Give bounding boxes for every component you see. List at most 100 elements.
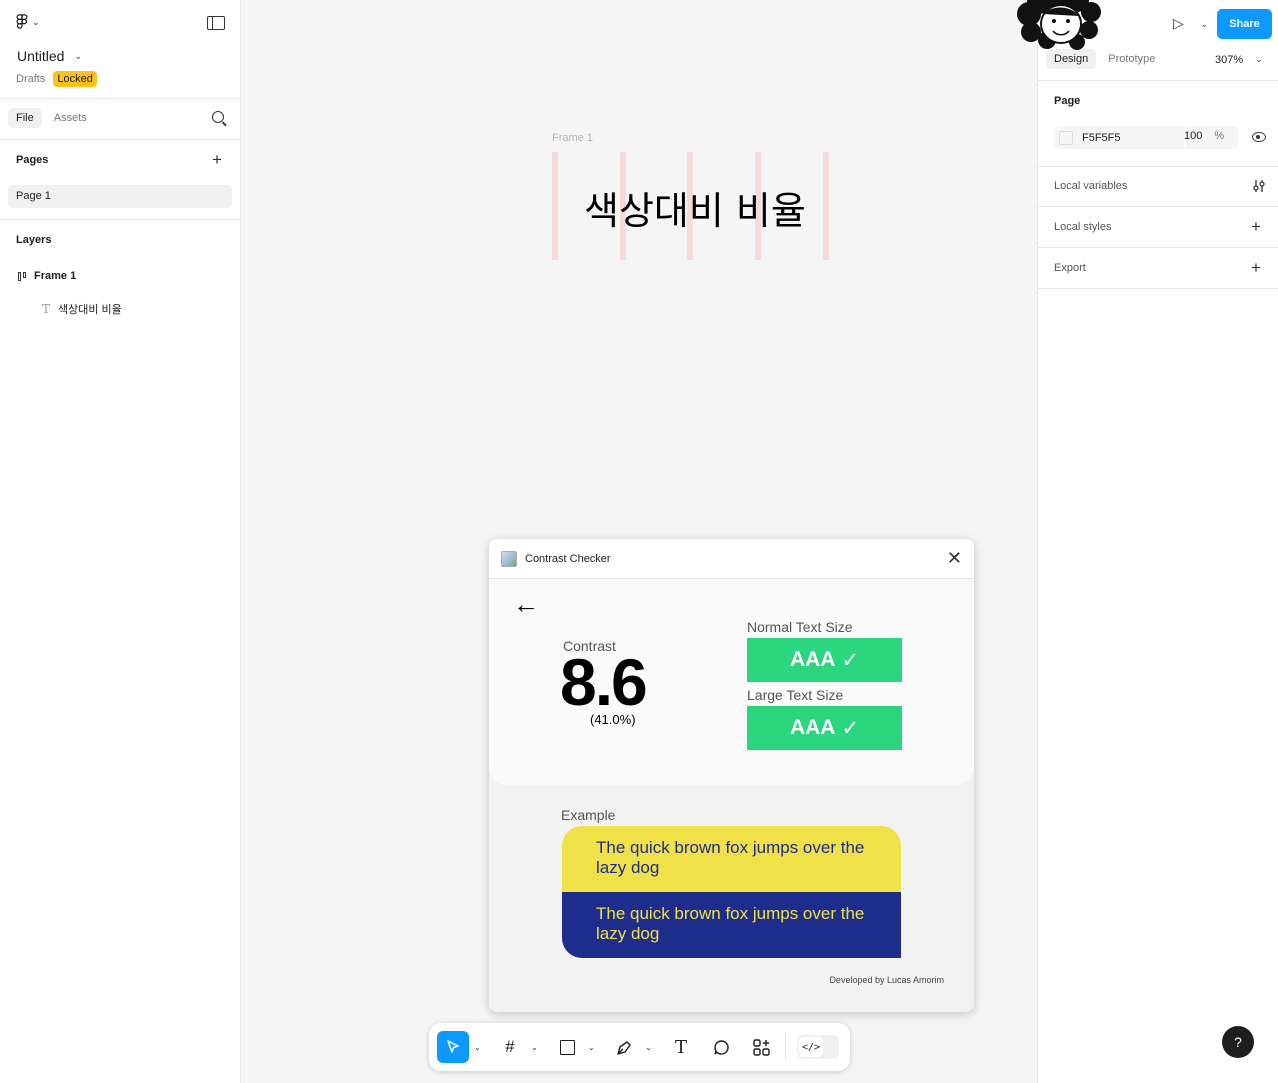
- canvas-text-layer[interactable]: 색상대비 비율: [584, 180, 806, 235]
- comment-tool[interactable]: [710, 1031, 732, 1063]
- layer-label: Frame 1: [34, 270, 77, 282]
- local-variables-label[interactable]: Local variables: [1054, 180, 1127, 192]
- move-icon: [447, 1040, 459, 1053]
- actions-icon: [752, 1038, 770, 1056]
- divider: [0, 139, 240, 140]
- credit-text: Developed by Lucas Amorim: [829, 975, 944, 985]
- example-label: Example: [561, 807, 616, 823]
- chevron-down-icon[interactable]: ⌄: [474, 1043, 481, 1052]
- contrast-result-panel: ← Contrast 8.6 (41.0%) Normal Text Size …: [489, 579, 974, 786]
- divider: [1038, 247, 1278, 248]
- normal-size-result: AAA ✓: [747, 638, 902, 682]
- text-layer-icon: T: [42, 302, 51, 316]
- frame-tool[interactable]: #: [499, 1031, 521, 1063]
- page-opacity-field[interactable]: 100 %: [1184, 130, 1224, 142]
- contrast-percent: (41.0%): [590, 712, 636, 727]
- example-light-on-dark: The quick brown fox jumps over the lazy …: [562, 892, 901, 958]
- layer-label: 색상대비 비율: [58, 304, 122, 316]
- sidebar-toggle-icon[interactable]: [207, 16, 225, 30]
- eye-icon[interactable]: [1252, 132, 1266, 142]
- pen-tool[interactable]: [613, 1031, 635, 1063]
- layout-guide: [552, 152, 558, 260]
- page-item[interactable]: Page 1: [8, 185, 232, 208]
- help-button[interactable]: ?: [1222, 1026, 1254, 1058]
- rectangle-icon: [559, 1039, 575, 1055]
- add-export-icon[interactable]: +: [1251, 259, 1261, 276]
- large-size-result: AAA ✓: [747, 706, 902, 750]
- user-avatar[interactable]: [1017, 0, 1101, 52]
- zoom-level: 307%: [1215, 54, 1244, 66]
- tab-prototype[interactable]: Prototype: [1100, 49, 1163, 69]
- pages-title: Pages: [16, 154, 49, 166]
- file-name-button[interactable]: Untitled ⌄: [17, 48, 82, 64]
- large-size-label: Large Text Size: [747, 687, 844, 703]
- dev-mode-icon: </>: [799, 1037, 823, 1057]
- layout-guide: [823, 152, 829, 260]
- present-play-icon[interactable]: ▷: [1173, 15, 1184, 32]
- tab-file[interactable]: File: [8, 108, 42, 128]
- pen-icon: [616, 1040, 631, 1055]
- main-menu-button[interactable]: ⌄: [16, 14, 40, 30]
- plugin-header[interactable]: Contrast Checker ✕: [489, 539, 974, 579]
- chevron-down-icon: ⌄: [1255, 54, 1263, 64]
- plugin-icon: [501, 550, 517, 567]
- share-button[interactable]: Share: [1217, 9, 1272, 39]
- divider: [1038, 288, 1278, 289]
- comment-icon: [713, 1039, 729, 1055]
- variables-settings-icon[interactable]: [1252, 179, 1266, 193]
- plugin-title: Contrast Checker: [525, 552, 611, 565]
- zoom-dropdown[interactable]: 307% ⌄: [1215, 54, 1263, 66]
- local-styles-label[interactable]: Local styles: [1054, 221, 1111, 233]
- color-swatch[interactable]: [1059, 130, 1073, 145]
- chevron-down-icon[interactable]: ⌄: [588, 1043, 595, 1052]
- left-sidebar: ⌄ Untitled ⌄ Drafts Locked File Assets P…: [0, 0, 241, 1083]
- divider: [1038, 80, 1278, 81]
- opacity-unit: %: [1214, 130, 1225, 142]
- layer-row[interactable]: T 색상대비 비율: [42, 301, 122, 317]
- text-icon: T: [674, 1036, 687, 1058]
- figma-logo-icon: [16, 14, 28, 29]
- file-name: Untitled: [17, 48, 65, 64]
- divider: [1038, 166, 1278, 167]
- example-dark-on-light: The quick brown fox jumps over the lazy …: [562, 826, 901, 892]
- shape-tool[interactable]: [556, 1031, 578, 1063]
- file-location: Drafts Locked: [16, 71, 97, 87]
- divider: [0, 98, 240, 99]
- toolbar-divider: [785, 1033, 786, 1061]
- tab-assets[interactable]: Assets: [46, 108, 95, 128]
- export-label[interactable]: Export: [1054, 262, 1086, 274]
- divider: [0, 219, 240, 220]
- frame-label[interactable]: Frame 1: [552, 132, 593, 144]
- dev-mode-toggle[interactable]: </>: [797, 1035, 839, 1059]
- close-icon[interactable]: ✕: [947, 549, 962, 567]
- chevron-down-icon: ⌄: [32, 16, 40, 27]
- chevron-down-icon[interactable]: ⌄: [1201, 20, 1208, 29]
- page-section-title: Page: [1054, 95, 1081, 107]
- chevron-down-icon[interactable]: ⌄: [645, 1043, 652, 1052]
- contrast-ratio-value: 8.6: [560, 645, 648, 719]
- opacity-value[interactable]: 100: [1184, 130, 1202, 142]
- normal-result-text: AAA: [789, 648, 836, 671]
- move-tool[interactable]: [437, 1031, 469, 1063]
- chevron-down-icon: ⌄: [74, 50, 83, 61]
- search-icon[interactable]: [212, 111, 224, 123]
- layer-row[interactable]: Frame 1: [18, 270, 76, 282]
- tab-design[interactable]: Design: [1046, 49, 1097, 69]
- large-result-text: AAA: [789, 716, 836, 739]
- locked-badge: Locked: [53, 71, 97, 87]
- drafts-label[interactable]: Drafts: [16, 73, 45, 85]
- frame-layer-icon: [18, 271, 26, 281]
- left-tabs: File Assets: [8, 108, 95, 128]
- add-style-icon[interactable]: +: [1251, 218, 1261, 235]
- add-page-icon[interactable]: +: [212, 151, 222, 168]
- text-tool[interactable]: T: [670, 1031, 692, 1063]
- checkmark-icon: ✓: [841, 716, 860, 740]
- divider: [1038, 206, 1278, 207]
- frame-icon: #: [505, 1037, 515, 1056]
- page-color-hex[interactable]: F5F5F5: [1082, 132, 1121, 144]
- checkmark-icon: ✓: [841, 648, 860, 672]
- back-arrow-icon[interactable]: ←: [513, 591, 539, 617]
- chevron-down-icon[interactable]: ⌄: [531, 1043, 538, 1052]
- normal-size-label: Normal Text Size: [747, 619, 853, 635]
- actions-tool[interactable]: [750, 1031, 772, 1063]
